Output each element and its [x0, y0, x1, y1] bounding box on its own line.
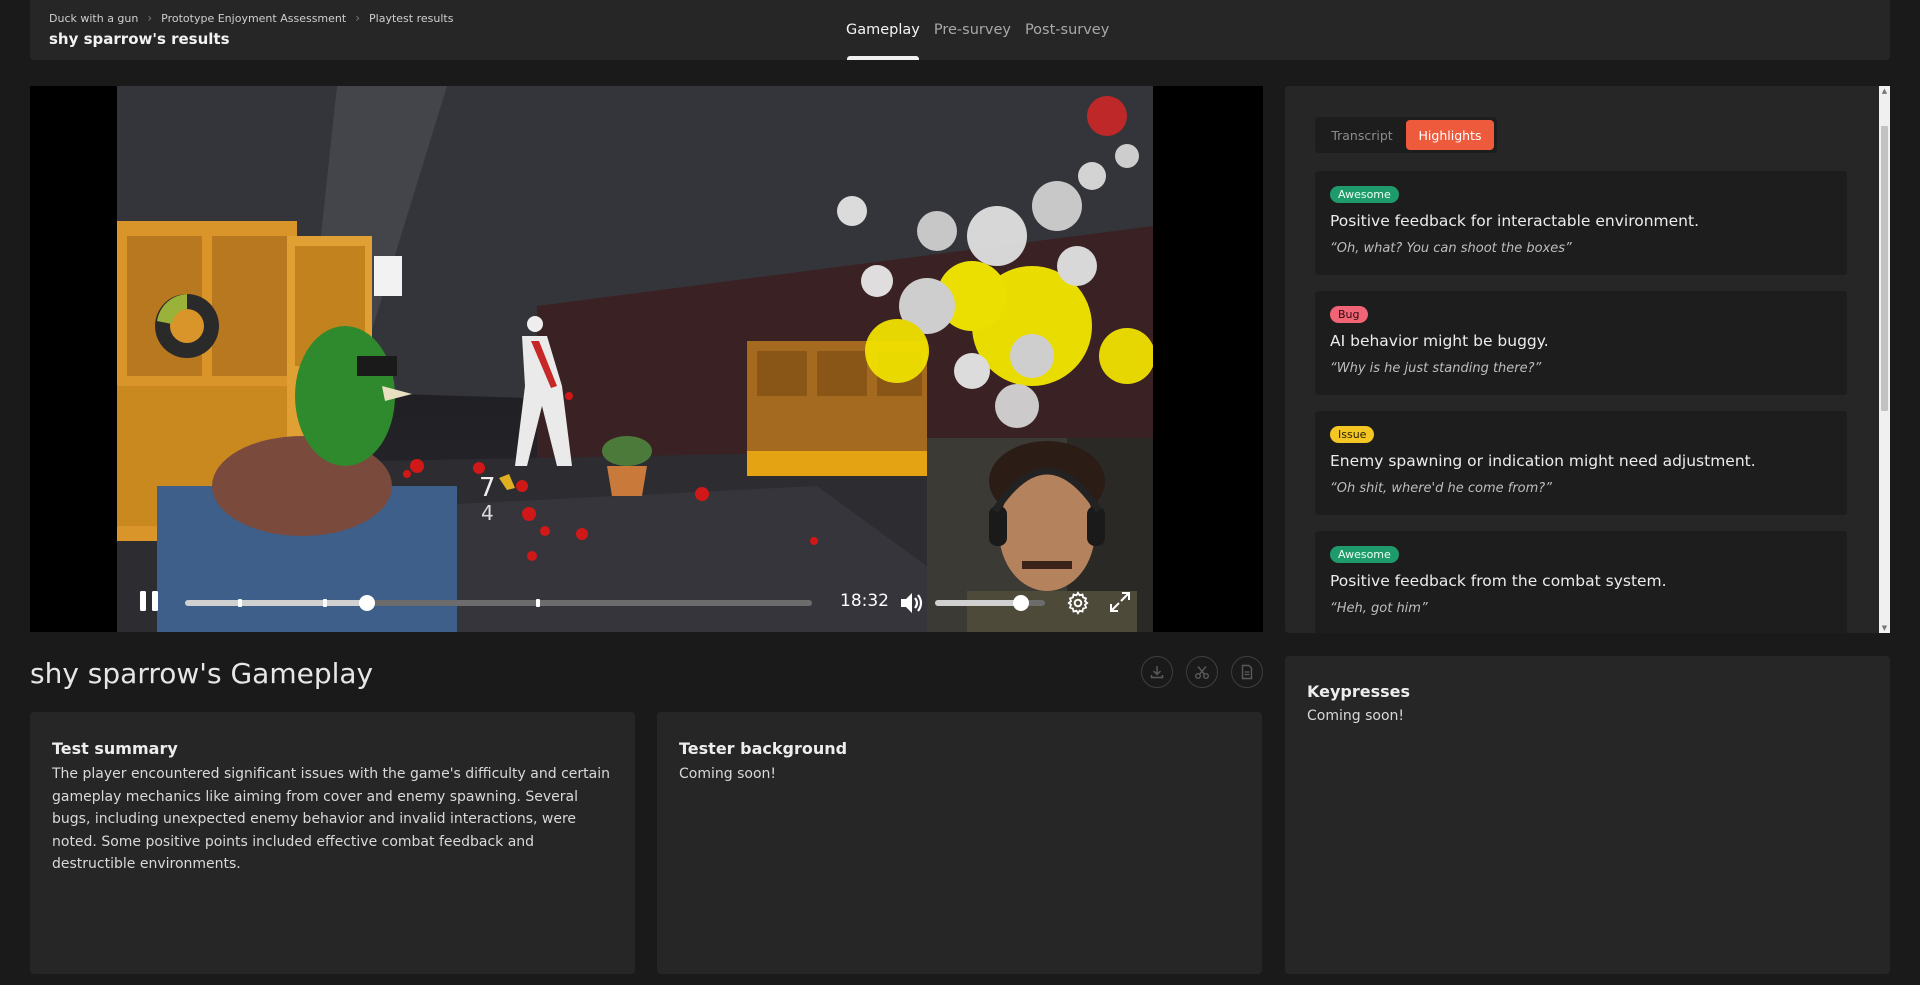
highlight-marker[interactable]	[238, 599, 243, 607]
document-icon	[1241, 664, 1253, 680]
chevron-right-icon: ›	[355, 11, 361, 25]
breadcrumb-item-results[interactable]: Playtest results	[369, 12, 453, 25]
tab-bar: Gameplay Pre-survey Post-survey	[839, 0, 1116, 60]
tab-label: Post-survey	[1024, 22, 1110, 38]
hud-ammo-total: 4	[481, 501, 494, 525]
settings-gear-icon	[1067, 591, 1089, 615]
progress-scrubber-handle[interactable]	[358, 595, 375, 611]
tag-awesome: Awesome	[1330, 546, 1399, 563]
tab-post-survey[interactable]: Post-survey	[1018, 0, 1116, 60]
highlight-title: AI behavior might be buggy.	[1330, 332, 1549, 350]
pause-icon	[140, 591, 158, 611]
card-body: Coming soon!	[1307, 708, 1404, 724]
tab-pre-survey[interactable]: Pre-survey	[927, 0, 1018, 60]
card-title: Tester background	[679, 739, 848, 758]
highlight-marker[interactable]	[322, 599, 327, 607]
scrollbar-thumb[interactable]	[1881, 126, 1888, 411]
card-body: The player encountered significant issue…	[52, 766, 610, 872]
highlight-card[interactable]: Bug AI behavior might be buggy. “Why is …	[1315, 291, 1847, 395]
card-title: Test summary	[52, 739, 178, 758]
highlights-panel: Transcript Highlights Awesome Positive f…	[1285, 86, 1890, 633]
highlight-title: Positive feedback for interactable envir…	[1330, 212, 1700, 230]
highlight-quote: “Heh, got him”	[1330, 601, 1428, 616]
video-controls: 18:32	[30, 574, 1263, 632]
progress-bar[interactable]	[185, 595, 812, 611]
video-player[interactable]: 7 4 18:32	[30, 86, 1263, 632]
mute-button[interactable]	[899, 591, 925, 615]
highlight-quote: “Why is he just standing there?”	[1330, 361, 1542, 376]
card-body: Coming soon!	[679, 766, 776, 782]
breadcrumb: Duck with a gun › Prototype Enjoyment As…	[49, 11, 453, 25]
highlight-marker[interactable]	[536, 599, 541, 607]
transcript-highlights-toggle: Transcript Highlights	[1315, 117, 1497, 153]
breadcrumb-item-study[interactable]: Prototype Enjoyment Assessment	[161, 12, 346, 25]
progress-bar-played	[185, 600, 367, 606]
tag-issue: Issue	[1330, 426, 1375, 443]
export-button[interactable]	[1231, 656, 1263, 688]
fullscreen-button[interactable]	[1108, 590, 1132, 614]
scroll-down-icon[interactable]: ▼	[1881, 624, 1888, 632]
scroll-up-icon[interactable]: ▲	[1881, 87, 1888, 95]
highlight-card[interactable]: Issue Enemy spawning or indication might…	[1315, 411, 1847, 515]
settings-button[interactable]	[1066, 591, 1090, 615]
volume-icon	[901, 593, 923, 613]
fullscreen-icon	[1110, 592, 1130, 612]
download-icon	[1150, 666, 1164, 679]
highlights-scrollbar[interactable]: ▲ ▼	[1879, 86, 1890, 633]
clip-button[interactable]	[1186, 656, 1218, 688]
download-button[interactable]	[1141, 656, 1173, 688]
current-time: 18:32	[840, 591, 889, 611]
volume-slider-handle[interactable]	[1012, 595, 1029, 611]
gameplay-frame: 7 4	[117, 86, 1153, 632]
keypresses-card: Keypresses Coming soon!	[1285, 656, 1890, 974]
hud-ammo-current: 7	[479, 473, 496, 503]
highlight-title: Positive feedback from the combat system…	[1330, 572, 1667, 590]
tab-highlights[interactable]: Highlights	[1406, 120, 1494, 150]
highlight-title: Enemy spawning or indication might need …	[1330, 452, 1756, 470]
volume-level	[935, 600, 1021, 606]
tab-gameplay[interactable]: Gameplay	[839, 0, 927, 60]
tab-label: Pre-survey	[933, 22, 1011, 38]
tag-awesome: Awesome	[1330, 186, 1399, 203]
tab-label: Gameplay	[846, 22, 920, 38]
gameplay-scene-image: 7 4	[117, 86, 1153, 632]
highlight-quote: “Oh, what? You can shoot the boxes”	[1330, 241, 1572, 256]
highlight-quote: “Oh shit, where'd he come from?”	[1330, 481, 1552, 496]
active-tab-indicator	[847, 56, 919, 60]
top-header: Duck with a gun › Prototype Enjoyment As…	[30, 0, 1890, 60]
highlight-card[interactable]: Awesome Positive feedback from the comba…	[1315, 531, 1847, 633]
gameplay-title: shy sparrow's Gameplay	[30, 657, 374, 690]
page-title: shy sparrow's results	[49, 30, 230, 48]
pause-button[interactable]	[138, 589, 160, 613]
highlight-card[interactable]: Awesome Positive feedback for interactab…	[1315, 171, 1847, 275]
test-summary-card: Test summary The player encountered sign…	[30, 712, 635, 974]
chevron-right-icon: ›	[147, 11, 153, 25]
volume-slider[interactable]	[935, 595, 1045, 611]
scissors-icon	[1195, 666, 1209, 679]
tag-bug: Bug	[1330, 306, 1368, 323]
tab-transcript[interactable]: Transcript	[1318, 120, 1406, 150]
tester-background-card: Tester background Coming soon!	[657, 712, 1262, 974]
card-title: Keypresses	[1307, 682, 1411, 701]
breadcrumb-item-project[interactable]: Duck with a gun	[49, 12, 138, 25]
